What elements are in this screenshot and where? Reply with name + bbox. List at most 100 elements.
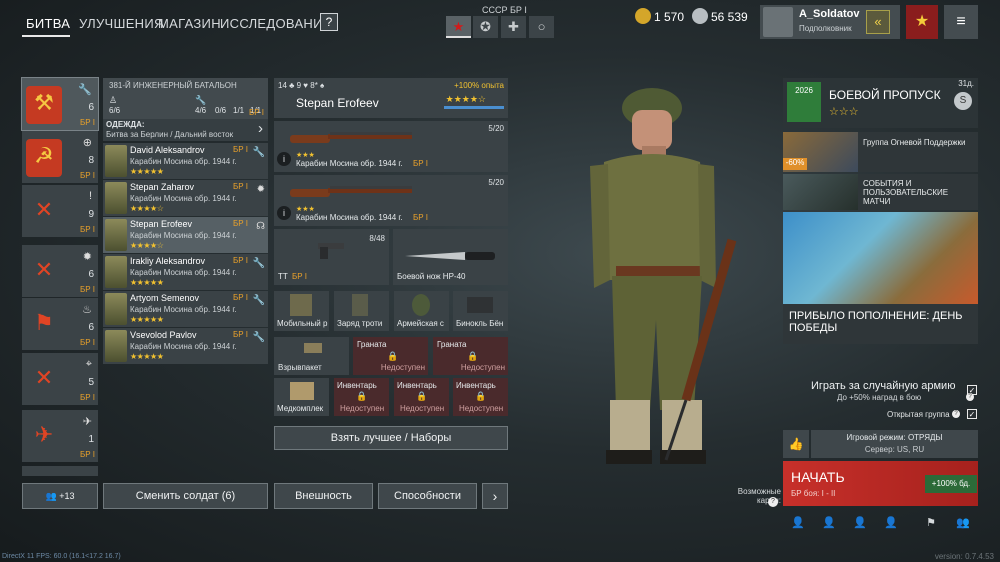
equipment-slot[interactable]: Мобильный р — [274, 291, 329, 331]
event-card[interactable]: СОБЫТИЯ И ПОЛЬЗОВАТЕЛЬСКИЕ МАТЧИ — [783, 174, 978, 210]
outfit-selector[interactable]: ОДЕЖДА: Битва за Берлин / Дальний восток… — [103, 119, 268, 141]
squad-count-extra: +13 — [59, 491, 75, 501]
start-battle-button[interactable]: НАЧАТЬ БР боя: I - II +100% бд. — [783, 461, 978, 506]
open-group-checkbox[interactable]: ✓ — [967, 409, 977, 419]
squad-card[interactable]: ⚑ ♨ 6 БР I — [22, 298, 98, 350]
help-icon[interactable]: ? — [966, 393, 974, 401]
plane-icon: ✈ — [82, 416, 92, 428]
rifle-icon — [290, 132, 412, 143]
primary-weapon-slot[interactable]: 5/20 i ★★★ Карабин Мосина обр. 1944 г. Б… — [274, 121, 508, 172]
soldier-row[interactable]: David Aleksandrov БР I Карабин Мосина обр.… — [103, 143, 268, 179]
pistol-slot[interactable]: 8/48 ТТ БР I — [274, 229, 389, 285]
abilities-button[interactable]: Способности — [378, 483, 477, 509]
soldier-row-selected[interactable]: Stepan Erofeev БР I Карабин Мосина обр. 19… — [103, 217, 268, 253]
invite-player-icon[interactable]: 👤 — [818, 516, 840, 536]
squad-card[interactable]: ✕ ✹ 6 БР I — [22, 245, 98, 297]
equipment-slot[interactable]: Заряд троти — [334, 291, 389, 331]
group-icon[interactable]: 👥 — [952, 516, 974, 536]
weapon-stars: ★★★ — [296, 206, 315, 213]
pistol-icon — [318, 243, 344, 259]
soldier-stats: 14 ♣ 9 ♥ 8* ♠ — [278, 81, 325, 90]
squad-card[interactable]: ⚒ 🔧 6 БР I — [21, 77, 99, 131]
locked-label: Недоступен — [380, 363, 425, 372]
help-icon[interactable]: ? — [768, 497, 778, 507]
squad-card[interactable]: ✈ ✈ 1 БР I — [22, 410, 98, 462]
inventory-slot-locked[interactable]: Инвентарь 🔒 Недоступен — [394, 378, 449, 416]
tab-upgrades[interactable]: УЛУЧШЕНИЯ — [79, 16, 164, 31]
soldier-name: Stepan Erofeev — [130, 219, 193, 229]
inventory-label: Инвентарь — [397, 381, 437, 390]
squad-card-partial[interactable] — [22, 466, 98, 476]
event-card[interactable]: -60% Группа Огневой Поддержки — [783, 132, 978, 172]
equipment-slot[interactable]: Бинокль Бён — [453, 291, 508, 331]
lock-icon: 🔒 — [387, 351, 399, 361]
inventory-slot-locked[interactable]: Инвентарь 🔒 Недоступен — [334, 378, 389, 416]
soldier-weapon: Карабин Мосина обр. 1944 г. — [130, 194, 237, 203]
unit-explosives: 1/1 — [233, 106, 245, 115]
active-tab-underline — [22, 35, 70, 37]
flag-icon[interactable]: ⚑ — [920, 516, 942, 536]
tnt-icon — [352, 294, 368, 316]
game-mode: Игровой режим: ОТРЯДЫ — [846, 433, 943, 442]
battle-pass-badge: 2026 — [787, 82, 821, 122]
soldier-row[interactable]: Vsevolod Pavlov БР I Карабин Мосина обр. 1… — [103, 328, 268, 364]
secondary-weapon-slot[interactable]: 5/20 i ★★★ Карабин Мосина обр. 1944 г. Б… — [274, 175, 508, 226]
soldier-portrait — [105, 256, 127, 288]
melee-slot[interactable]: Боевой нож НР-40 — [393, 229, 508, 285]
squad-card[interactable]: ✕ ⌖ 5 БР I — [22, 353, 98, 405]
grenade-slot-locked[interactable]: Граната 🔒 Недоступен — [433, 337, 508, 375]
canteen-icon — [412, 294, 430, 316]
invite-player-icon[interactable]: 👤 — [880, 516, 902, 536]
inventory-slot-locked[interactable]: Инвентарь 🔒 Недоступен — [453, 378, 508, 416]
soldier-row[interactable]: Artyom Semenov БР I Карабин Мосина обр. 19… — [103, 291, 268, 327]
event-label: СОБЫТИЯ И ПОЛЬЗОВАТЕЛЬСКИЕ МАТЧИ — [863, 179, 949, 206]
appearance-button[interactable]: Внешность — [274, 483, 373, 509]
gold-balance[interactable]: 1 570 — [635, 8, 684, 25]
thumbs-up-icon[interactable]: 👍 — [783, 430, 809, 458]
invite-player-icon[interactable]: 👤 — [787, 516, 809, 536]
people-icon: 👥 — [45, 491, 60, 501]
info-icon[interactable]: i — [277, 206, 291, 220]
game-mode-button[interactable]: Игровой режим: ОТРЯДЫ Сервер: US, RU — [811, 430, 978, 458]
person-icon: ♙ — [109, 95, 118, 105]
plus-icon: ⊕ — [82, 137, 92, 149]
take-best-button[interactable]: Взять лучшее / Наборы — [274, 426, 508, 450]
inventory-label: Медкомплек — [277, 404, 324, 413]
tab-shop[interactable]: МАГАЗИН — [158, 16, 221, 31]
soldier-weapon: Карабин Мосина обр. 1944 г. — [130, 157, 237, 166]
squad-management-button[interactable]: 👥 +13 — [22, 483, 98, 509]
change-soldiers-button[interactable]: Сменить солдат (6) — [103, 483, 268, 509]
inventory-slot[interactable]: Медкомплек — [274, 378, 329, 416]
info-icon[interactable]: i — [277, 152, 291, 166]
event-label: Группа Огневой Поддержки — [863, 138, 966, 147]
soldier-row[interactable]: Stepan Zaharov БР I Карабин Мосина обр. 19… — [103, 180, 268, 216]
squad-card[interactable]: ✕! 9 БР I — [22, 185, 98, 237]
grenade-slot[interactable]: Взрывпакет — [274, 337, 349, 375]
nation-tab-germany-icon[interactable]: ✚ — [501, 16, 526, 38]
soldier-name: Stepan Zaharov — [130, 182, 195, 192]
grenade-slot-locked[interactable]: Граната 🔒 Недоступен — [353, 337, 428, 375]
squad-card[interactable]: ☭ ⊕ 8 БР I — [22, 131, 98, 183]
help-button[interactable]: ? — [320, 13, 338, 31]
squad-emblem-icon: ☭ — [26, 139, 62, 177]
tab-battle[interactable]: БИТВА — [26, 16, 70, 31]
menu-button[interactable]: ≡ — [944, 5, 978, 39]
battle-pass-card[interactable]: 2026 БОЕВОЙ ПРОПУСК ☆☆☆ 31д. S — [783, 78, 978, 128]
invite-player-icon[interactable]: 👤 — [849, 516, 871, 536]
weapon-br: БР I — [413, 159, 429, 168]
equipment-slot[interactable]: Армейская с — [394, 291, 449, 331]
satchel-icon — [304, 343, 322, 353]
event-banner[interactable]: ПРИБЫЛО ПОПОЛНЕНИЕ: ДЕНЬ ПОБЕДЫ — [783, 212, 978, 344]
help-icon[interactable]: ? — [952, 410, 960, 418]
nation-tab-allies-icon[interactable]: ✪ — [473, 16, 498, 38]
soldier-row[interactable]: Irakliy Aleksandrov БР I Карабин Мосина об… — [103, 254, 268, 290]
squad-count: 6 — [88, 102, 94, 113]
premium-star-icon[interactable]: ★ — [906, 5, 938, 39]
squad-emblem-icon: ✈ — [34, 422, 54, 447]
nation-tab-ussr-icon[interactable]: ★ — [446, 16, 471, 38]
nation-tab-japan-icon[interactable]: ○ — [529, 16, 554, 38]
pistol-ammo: 8/48 — [369, 234, 385, 243]
next-button[interactable]: › — [482, 483, 508, 509]
silver-balance[interactable]: 56 539 — [692, 8, 748, 25]
tab-research[interactable]: ИССЛЕДОВАНИЯ — [220, 16, 332, 31]
